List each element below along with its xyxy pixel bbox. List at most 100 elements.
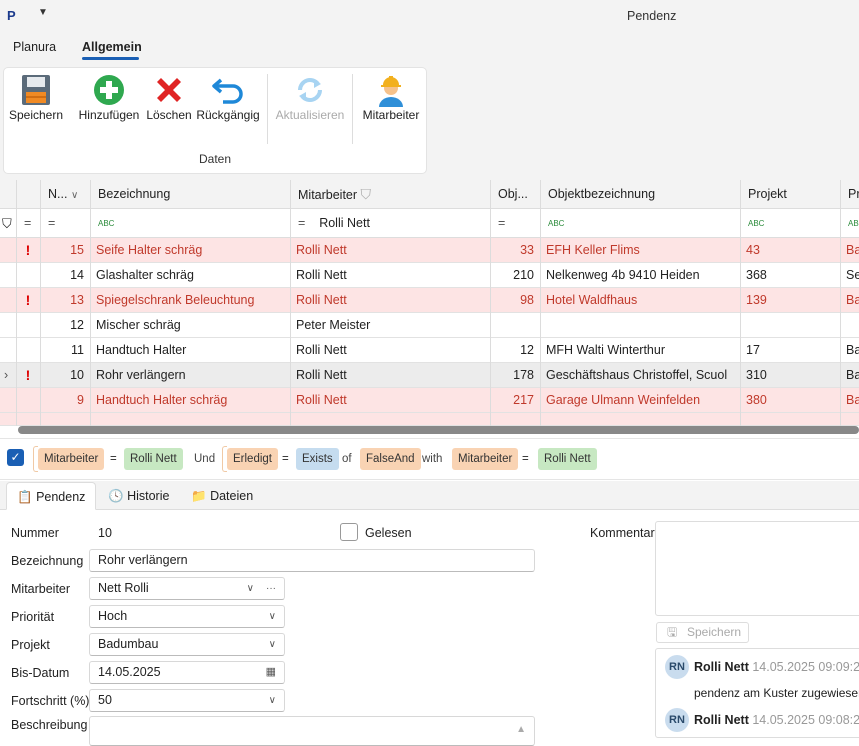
fortschritt-select[interactable]: 50 ∨ — [89, 689, 285, 712]
chevron-down-icon: ∨ — [246, 583, 254, 594]
column-header-pr[interactable]: Pr — [842, 182, 859, 207]
calendar-icon[interactable]: ▦ — [266, 662, 276, 683]
filter-operator-token[interactable]: = — [520, 448, 531, 470]
filter-field-token[interactable]: Mitarbeiter — [38, 448, 105, 470]
column-filter-icon[interactable]: ⛉ — [361, 186, 372, 202]
cell-bezeichnung: Seife Halter schräg — [96, 243, 203, 257]
delete-button[interactable]: Löschen — [145, 72, 193, 122]
filter-text-icon[interactable]: ABC — [842, 211, 859, 236]
filter-operator-token[interactable]: = — [280, 448, 291, 470]
table-row[interactable]: ! 15 Seife Halter schräg Rolli Nett 33 EFH Ke… — [0, 238, 859, 263]
filter-operator-icon[interactable]: = — [492, 211, 540, 236]
cell-bezeichnung: Handtuch Halter schräg — [96, 393, 228, 407]
table-row[interactable]: ›! 10 Rohr verlängern Rolli Nett 178 Geschäft… — [0, 363, 859, 388]
filter-operator-token[interactable]: = — [108, 448, 119, 470]
cell-mitarbeiter: Peter Meister — [296, 318, 371, 332]
clipboard-icon: 📋 — [17, 490, 33, 504]
cell-objekt: 98 — [520, 293, 534, 307]
column-header-mitarbeiter[interactable]: Mitarbeiter ⛉ — [292, 182, 490, 208]
cell-objektbezeichnung: Nelkenweg 4b 9410 Heiden — [546, 268, 700, 282]
tab-allgemein[interactable]: Allgemein — [82, 40, 142, 54]
table-row[interactable]: 12 Mischer schräg Peter Meister — [0, 313, 859, 338]
column-header-objekt[interactable]: Obj... — [492, 182, 540, 207]
comment-save-button[interactable]: 🖫 Speichern — [656, 622, 749, 643]
bis-datum-field[interactable]: 14.05.2025 ▦ — [89, 661, 285, 684]
filter-value-token[interactable]: Rolli Nett — [124, 448, 183, 470]
filter-text-icon[interactable]: ABC — [542, 211, 582, 236]
gelesen-checkbox[interactable] — [340, 523, 358, 541]
comment-text: pendenz am Kuster zugewiesen — [694, 686, 859, 700]
mitarbeiter-button[interactable]: Mitarbeiter — [359, 72, 423, 122]
mitarbeiter-select[interactable]: Nett Rolli ∨ ··· — [89, 577, 285, 600]
comment-header: Rolli Nett 14.05.2025 09:08:25 — [694, 713, 859, 727]
tab-historie[interactable]: 🕓 Historie — [98, 482, 179, 510]
tab-planura[interactable]: Planura — [13, 40, 56, 54]
refresh-button[interactable]: Aktualisieren — [274, 72, 346, 122]
clock-icon: 🕓 — [108, 489, 124, 503]
undo-button[interactable]: Rückgängig — [196, 72, 260, 122]
filter-field-token[interactable]: FalseAnd — [360, 448, 421, 470]
filter-text-icon[interactable]: ABC — [742, 211, 782, 236]
gelesen-label: Gelesen — [365, 526, 412, 540]
comment-header: Rolli Nett 14.05.2025 09:09:26 — [694, 660, 859, 674]
cell-nummer: 9 — [77, 393, 84, 407]
cell-objektbezeichnung: EFH Keller Flims — [546, 243, 640, 257]
filter-operator-icon[interactable]: = — [18, 211, 40, 236]
table-row-partial[interactable] — [0, 413, 859, 426]
filter-field-token[interactable]: Mitarbeiter — [452, 448, 519, 470]
filter-enabled-checkbox[interactable]: ✓ — [7, 449, 24, 466]
app-logo: P — [7, 8, 16, 23]
nummer-label: Nummer — [11, 526, 59, 540]
bezeichnung-field[interactable]: Rohr verlängern — [89, 549, 535, 572]
filter-value-token[interactable]: Rolli Nett — [538, 448, 597, 470]
column-header-objektbezeichnung[interactable]: Objektbezeichnung — [542, 182, 740, 207]
column-header-projekt[interactable]: Projekt — [742, 182, 840, 207]
kommentar-label: Kommentar — [590, 526, 655, 540]
filter-and-token[interactable]: Und — [188, 448, 221, 470]
filter-function-token[interactable]: Exists — [296, 448, 339, 470]
bis-datum-label: Bis-Datum — [11, 666, 70, 680]
save-label: Speichern — [8, 108, 64, 122]
table-row[interactable]: 14 Glashalter schräg Rolli Nett 210 Nelkenwe… — [0, 263, 859, 288]
column-header-nummer[interactable]: N... ∨ — [42, 182, 90, 208]
cell-bezeichnung: Rohr verlängern — [96, 368, 186, 382]
priority-flag-icon: ! — [25, 367, 31, 383]
cell-objektbezeichnung: Hotel Waldfhaus — [546, 293, 638, 307]
tab-pendenz[interactable]: 📋 Pendenz — [6, 482, 97, 510]
fortschritt-label: Fortschritt (%) — [11, 694, 90, 708]
prioritaet-select[interactable]: Hoch ∨ — [89, 605, 285, 628]
beschreibung-field[interactable]: ▲ — [89, 716, 535, 746]
horizontal-scrollbar[interactable] — [18, 426, 859, 434]
cell-mitarbeiter: Rolli Nett — [296, 368, 347, 382]
column-header-bezeichnung[interactable]: Bezeichnung — [92, 182, 290, 207]
cell-mitarbeiter: Rolli Nett — [296, 268, 347, 282]
add-icon — [78, 72, 140, 108]
add-button[interactable]: Hinzufügen — [78, 72, 140, 122]
table-row[interactable]: 11 Handtuch Halter Rolli Nett 12 MFH Walti W… — [0, 338, 859, 363]
table-row[interactable]: ! 13 Spiegelschrank Beleuchtung Rolli Nett 9… — [0, 288, 859, 313]
save-button[interactable]: Speichern — [8, 72, 64, 122]
undo-icon — [196, 72, 260, 108]
quick-access-menu-icon[interactable]: ▼ — [38, 7, 48, 18]
cell-projekt: 368 — [746, 268, 767, 282]
cell-objekt: 178 — [513, 368, 534, 382]
cell-nummer: 12 — [70, 318, 84, 332]
more-options-icon[interactable]: ··· — [266, 578, 276, 599]
prioritaet-label: Priorität — [11, 610, 55, 624]
ribbon-separator — [267, 74, 268, 144]
kommentar-field[interactable] — [655, 521, 859, 616]
projekt-select[interactable]: Badumbau ∨ — [89, 633, 285, 656]
cell-nummer: 10 — [70, 368, 84, 382]
table-row[interactable]: 9 Handtuch Halter schräg Rolli Nett 217 Gara… — [0, 388, 859, 413]
filter-mitarbeiter-cell[interactable]: = Rolli Nett — [292, 211, 490, 236]
filter-field-token[interactable]: Erledigt — [227, 448, 278, 470]
sort-desc-icon: ∨ — [70, 190, 79, 201]
cell-projekt: 17 — [746, 343, 760, 357]
filter-text-icon[interactable]: ABC — [92, 211, 132, 236]
filter-row-icon: ⛉ — [2, 216, 12, 231]
delete-label: Löschen — [146, 108, 192, 122]
tab-dateien[interactable]: 📁 Dateien — [181, 482, 263, 510]
scroll-up-icon[interactable]: ▲ — [516, 719, 526, 740]
filter-operator-icon[interactable]: = — [42, 211, 90, 236]
cell-projekt: 380 — [746, 393, 767, 407]
